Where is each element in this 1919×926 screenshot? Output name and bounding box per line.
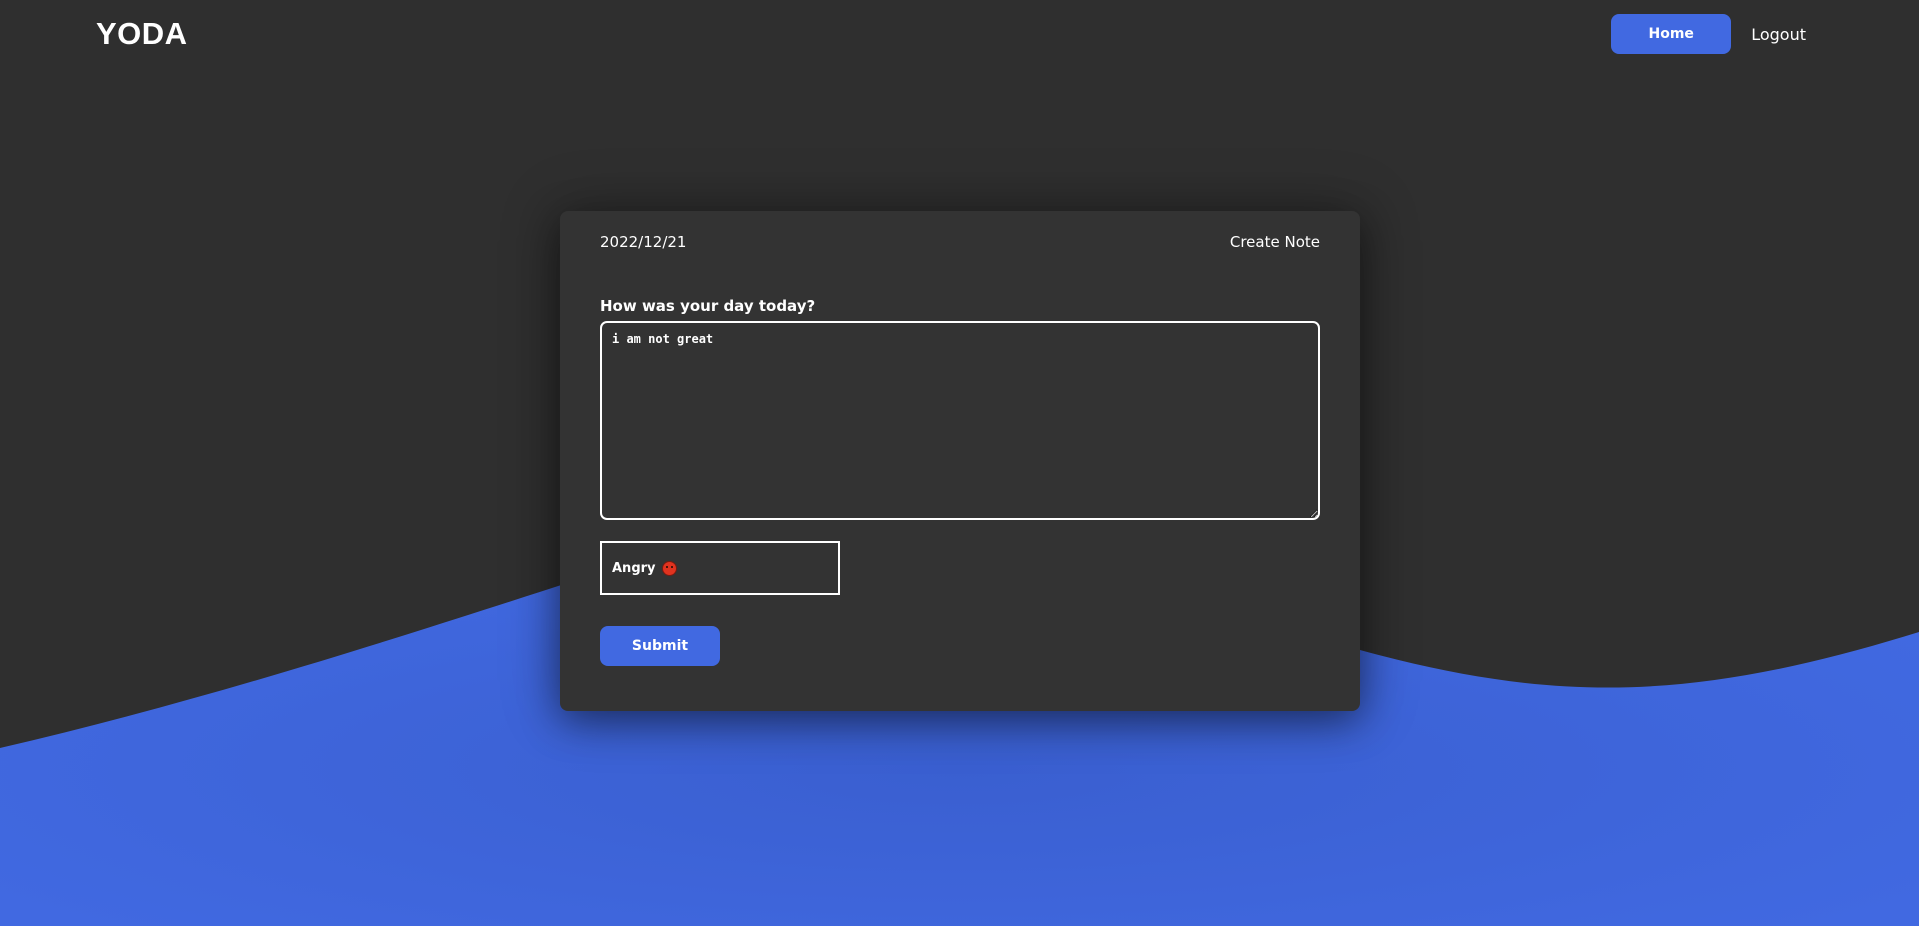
card-header: 2022/12/21 Create Note: [600, 233, 1320, 251]
top-nav: Home Logout: [1611, 14, 1806, 54]
submit-button[interactable]: Submit: [600, 626, 720, 666]
create-note-card: 2022/12/21 Create Note How was your day …: [560, 211, 1360, 711]
question-label: How was your day today?: [600, 297, 816, 315]
angry-face-icon: [661, 560, 677, 576]
card-title: Create Note: [1229, 233, 1320, 251]
note-textarea[interactable]: i am not great: [600, 321, 1320, 520]
logout-link[interactable]: Logout: [1751, 25, 1806, 44]
mood-select[interactable]: Angry: [600, 541, 840, 595]
home-button[interactable]: Home: [1611, 14, 1732, 54]
page: YODA Home Logout 2022/12/21 Create Note …: [0, 0, 1919, 926]
mood-selected-label: Angry: [612, 560, 656, 576]
note-date: 2022/12/21: [600, 233, 687, 251]
app-logo: YODA: [96, 16, 188, 51]
